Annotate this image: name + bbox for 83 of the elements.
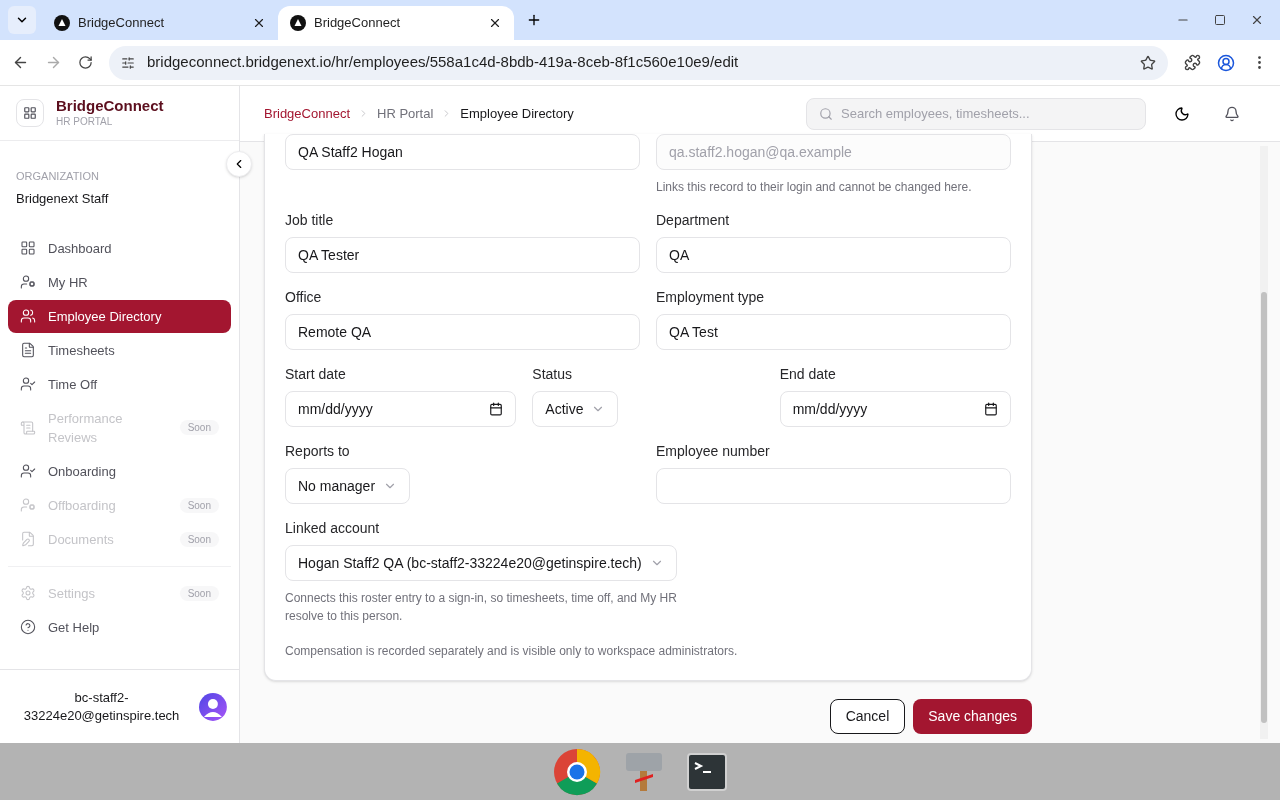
nav-item[interactable]: Time Off: [8, 367, 231, 401]
breadcrumb-link[interactable]: BridgeConnect: [264, 103, 350, 124]
extensions-icon[interactable]: [1184, 54, 1201, 71]
text-field[interactable]: [656, 468, 1011, 504]
soon-badge: Soon: [179, 585, 219, 601]
terminal-icon[interactable]: [687, 752, 727, 791]
compensation-note: Compensation is recorded separately and is visible only to workspace administrators.: [285, 643, 739, 660]
nav-item[interactable]: Timesheets: [8, 333, 231, 367]
bookmark-icon[interactable]: [1140, 54, 1156, 71]
text-field[interactable]: QA Tester: [285, 237, 640, 273]
breadcrumb-link[interactable]: Employee Directory: [460, 103, 574, 124]
field-label: Employee number: [656, 442, 771, 461]
breadcrumb-link[interactable]: HR Portal: [377, 103, 434, 124]
collapse-button[interactable]: [226, 151, 252, 177]
user-email: bc-staff2-33224e20@getinspire.tech: [22, 688, 181, 725]
grid-icon: [20, 240, 36, 256]
browser-tab[interactable]: BridgeConnect: [278, 6, 514, 40]
reload-icon[interactable]: [78, 55, 93, 70]
field-label: Start date: [285, 365, 347, 384]
user-gear-icon: [20, 497, 36, 513]
close-icon[interactable]: [488, 16, 502, 30]
nav-item[interactable]: Dashboard: [8, 231, 231, 265]
soon-badge: Soon: [179, 420, 219, 435]
field-label: Job title: [285, 211, 335, 230]
section-label: ORGANIZATION: [16, 169, 100, 183]
address-bar[interactable]: bridgeconnect.bridgenext.io/hr/employees/558a1c4d-8bdb-419a-8ceb-8f1c560e10e9/edit: [109, 45, 1168, 80]
calendar-icon: [984, 402, 998, 416]
field-label: Reports to: [285, 442, 351, 461]
soon-badge: Soon: [179, 531, 219, 547]
field-label: Office: [285, 288, 323, 307]
back-icon[interactable]: [12, 54, 29, 71]
select-field[interactable]: Hogan Staff2 QA (bc-staff2-33224e20@getinspire.tech): [285, 545, 677, 581]
text-field[interactable]: Remote QA: [285, 314, 640, 350]
file-edit-icon: [20, 531, 36, 547]
select-field[interactable]: No manager: [285, 468, 411, 504]
users-icon: [20, 308, 36, 324]
soon-badge: Soon: [179, 497, 219, 513]
close-icon[interactable]: [1250, 13, 1264, 27]
field-label: Linked account: [285, 519, 381, 538]
notifications-icon[interactable]: [1224, 105, 1240, 122]
browser-icon[interactable]: [553, 747, 601, 796]
nav-item[interactable]: My HR: [8, 265, 231, 299]
search-icon: [819, 106, 833, 121]
text-field[interactable]: QA Test: [656, 314, 1011, 350]
calendar-icon: [489, 402, 504, 416]
brand-name: BridgeConnect: [56, 97, 164, 115]
document-icon: [20, 342, 36, 358]
select-field[interactable]: Active: [532, 391, 619, 427]
field-hint: Links this record to their login and cannot be changed here.: [656, 179, 973, 196]
profile-icon[interactable]: [1217, 53, 1235, 72]
site-settings-icon[interactable]: [121, 55, 135, 70]
settings-icon: [20, 585, 36, 601]
maximize-icon[interactable]: [1214, 14, 1226, 26]
logo-icon: [290, 15, 306, 31]
text-field[interactable]: QA: [656, 237, 1011, 273]
browser-tab[interactable]: BridgeConnect: [42, 6, 278, 40]
date-field[interactable]: mm/dd/yyyy: [285, 391, 517, 427]
cancel-button[interactable]: Cancel: [829, 699, 906, 734]
close-icon[interactable]: [252, 16, 266, 30]
avatar-icon[interactable]: [199, 692, 227, 721]
field-label: Department: [656, 211, 731, 230]
nav-item[interactable]: Get Help: [8, 610, 231, 644]
user-gear-icon: [20, 274, 36, 290]
dark-mode-icon[interactable]: [1174, 105, 1190, 122]
scrollbar[interactable]: [1260, 146, 1268, 739]
user-check-icon: [20, 463, 36, 479]
user-check-icon: [20, 376, 36, 392]
help-icon: [20, 619, 36, 635]
field-label: Status: [532, 365, 574, 384]
save-button[interactable]: Save changes: [913, 699, 1032, 734]
text-field[interactable]: QA Staff2 Hogan: [285, 134, 640, 170]
app-logo: [16, 99, 44, 127]
new-tab-icon[interactable]: [526, 12, 542, 28]
organization-name: Bridgenext Staff: [16, 190, 110, 208]
date-field[interactable]: mm/dd/yyyy: [779, 391, 1011, 427]
nav-item[interactable]: Employee Directory: [8, 299, 231, 333]
logo-icon: [54, 15, 70, 31]
field-label: End date: [779, 365, 837, 384]
field-hint: Connects this roster entry to a sign-in, so timesheets, time off, and My HR resolve to this person.: [285, 590, 678, 625]
nav-item[interactable]: Onboarding: [8, 454, 231, 488]
scroll-icon: [20, 419, 36, 436]
field-label: Employment type: [656, 288, 766, 307]
brand-subtitle: HR PORTAL: [56, 115, 114, 129]
